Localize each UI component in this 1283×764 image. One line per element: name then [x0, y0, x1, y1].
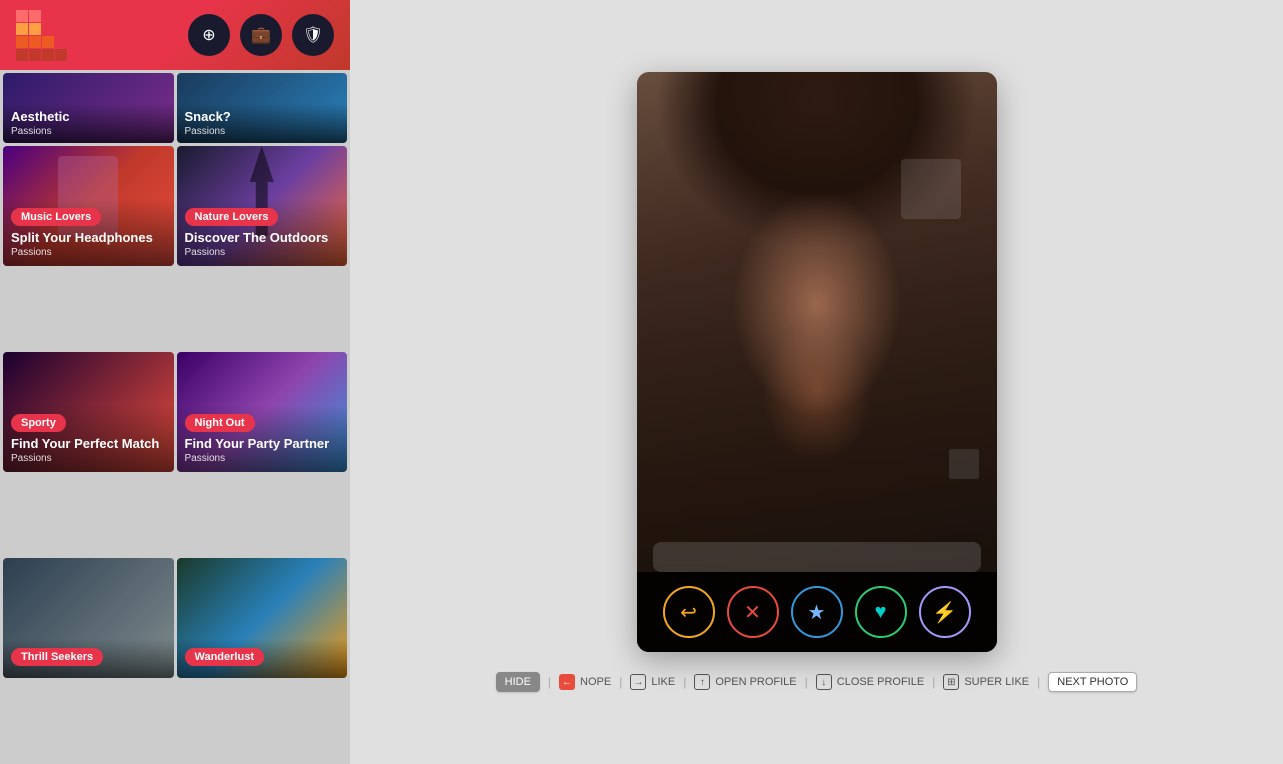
- card-music-content: Music Lovers Split Your Headphones Passi…: [3, 199, 174, 266]
- heart-icon: ♥: [875, 601, 887, 624]
- nightout-badge: Night Out: [185, 414, 255, 432]
- top-cards: Aesthetic Passions Snack? Passions: [0, 70, 350, 143]
- like-button[interactable]: ♥: [855, 586, 907, 638]
- shortcut-open-profile: ↑ OPEN PROFILE: [694, 674, 796, 690]
- divider-1: |: [548, 675, 551, 689]
- super-like-shortcut-label: SUPER LIKE: [964, 676, 1029, 688]
- passion-cards-grid: Music Lovers Split Your Headphones Passi…: [0, 143, 350, 764]
- close-profile-shortcut-label: CLOSE PROFILE: [837, 676, 924, 688]
- shortcut-super-like: ⊞ SUPER LIKE: [943, 674, 1029, 690]
- card-music[interactable]: Music Lovers Split Your Headphones Passi…: [3, 146, 174, 266]
- open-profile-shortcut-icon: ↑: [694, 674, 710, 690]
- action-buttons: ↩ ✕ ★ ♥ ⚡: [637, 572, 997, 652]
- music-subtitle: Passions: [11, 247, 166, 258]
- logo-area: [16, 10, 76, 60]
- left-panel: ⊕ 💼 🛡 Aesthetic Passions Snack? Passions: [0, 0, 350, 764]
- card-thrill-content: Thrill Seekers: [3, 639, 174, 678]
- lightning-icon: ⚡: [932, 600, 957, 625]
- nope-shortcut-icon: ←: [559, 674, 575, 690]
- like-shortcut-icon: →: [630, 674, 646, 690]
- top-bar: ⊕ 💼 🛡: [0, 0, 350, 70]
- shortcut-next-photo: NEXT PHOTO: [1048, 672, 1137, 692]
- super-like-button[interactable]: ★: [791, 586, 843, 638]
- search-icon-btn[interactable]: ⊕: [188, 14, 230, 56]
- music-title: Split Your Headphones: [11, 230, 166, 246]
- briefcase-icon: 💼: [251, 25, 271, 45]
- open-profile-shortcut-label: OPEN PROFILE: [715, 676, 796, 688]
- aesthetic-subtitle: Passions: [11, 126, 166, 137]
- divider-3: |: [683, 675, 686, 689]
- shield-icon-btn[interactable]: 🛡: [292, 14, 334, 56]
- card-thrill[interactable]: Thrill Seekers: [3, 558, 174, 678]
- shortcuts-bar: HIDE | ← NOPE | → LIKE | ↑ OPEN PROFILE …: [496, 672, 1138, 692]
- hide-key[interactable]: HIDE: [496, 672, 540, 692]
- aesthetic-title: Aesthetic: [11, 109, 166, 125]
- search-icon: ⊕: [202, 25, 215, 45]
- sporty-badge: Sporty: [11, 414, 66, 432]
- shortcut-hide: HIDE: [496, 672, 540, 692]
- shortcut-like: → LIKE: [630, 674, 675, 690]
- profile-info-bar: [653, 542, 981, 572]
- x-icon: ✕: [744, 600, 761, 625]
- shortcut-close-profile: ↓ CLOSE PROFILE: [816, 674, 924, 690]
- nope-button[interactable]: ✕: [727, 586, 779, 638]
- nature-badge: Nature Lovers: [185, 208, 279, 226]
- card-sporty-content: Sporty Find Your Perfect Match Passions: [3, 405, 174, 472]
- card-sporty[interactable]: Sporty Find Your Perfect Match Passions: [3, 352, 174, 472]
- like-shortcut-label: LIKE: [651, 676, 675, 688]
- nightout-subtitle: Passions: [185, 453, 340, 464]
- super-like-shortcut-icon: ⊞: [943, 674, 959, 690]
- snack-title: Snack?: [185, 109, 340, 125]
- card-nature-content: Nature Lovers Discover The Outdoors Pass…: [177, 199, 348, 266]
- nature-title: Discover The Outdoors: [185, 230, 340, 246]
- undo-button[interactable]: ↩: [663, 586, 715, 638]
- card-aesthetic[interactable]: Aesthetic Passions: [3, 73, 174, 143]
- snack-subtitle: Passions: [185, 126, 340, 137]
- shortcut-nope: ← NOPE: [559, 674, 611, 690]
- card-nightout[interactable]: Night Out Find Your Party Partner Passio…: [177, 352, 348, 472]
- logo: [16, 10, 76, 60]
- divider-2: |: [619, 675, 622, 689]
- nightout-title: Find Your Party Partner: [185, 436, 340, 452]
- wanderlust-badge: Wanderlust: [185, 648, 265, 666]
- undo-icon: ↩: [680, 600, 697, 625]
- music-badge: Music Lovers: [11, 208, 101, 226]
- shield-icon: 🛡: [303, 25, 323, 45]
- nature-subtitle: Passions: [185, 247, 340, 258]
- sporty-subtitle: Passions: [11, 453, 166, 464]
- profile-photo: ↩ ✕ ★ ♥ ⚡: [637, 72, 997, 652]
- card-nature[interactable]: Nature Lovers Discover The Outdoors Pass…: [177, 146, 348, 266]
- card-wanderlust-content: Wanderlust: [177, 639, 348, 678]
- card-nightout-content: Night Out Find Your Party Partner Passio…: [177, 405, 348, 472]
- right-panel: ↩ ✕ ★ ♥ ⚡ HIDE | ←: [350, 0, 1283, 764]
- boost-button[interactable]: ⚡: [919, 586, 971, 638]
- card-wanderlust[interactable]: Wanderlust: [177, 558, 348, 678]
- star-icon: ★: [808, 600, 826, 625]
- divider-5: |: [932, 675, 935, 689]
- close-profile-shortcut-icon: ↓: [816, 674, 832, 690]
- thrill-badge: Thrill Seekers: [11, 648, 103, 666]
- card-snack[interactable]: Snack? Passions: [177, 73, 348, 143]
- divider-6: |: [1037, 675, 1040, 689]
- sporty-title: Find Your Perfect Match: [11, 436, 166, 452]
- next-photo-key[interactable]: NEXT PHOTO: [1048, 672, 1137, 692]
- nope-shortcut-label: NOPE: [580, 676, 611, 688]
- divider-4: |: [805, 675, 808, 689]
- briefcase-icon-btn[interactable]: 💼: [240, 14, 282, 56]
- profile-card: ↩ ✕ ★ ♥ ⚡: [637, 72, 997, 652]
